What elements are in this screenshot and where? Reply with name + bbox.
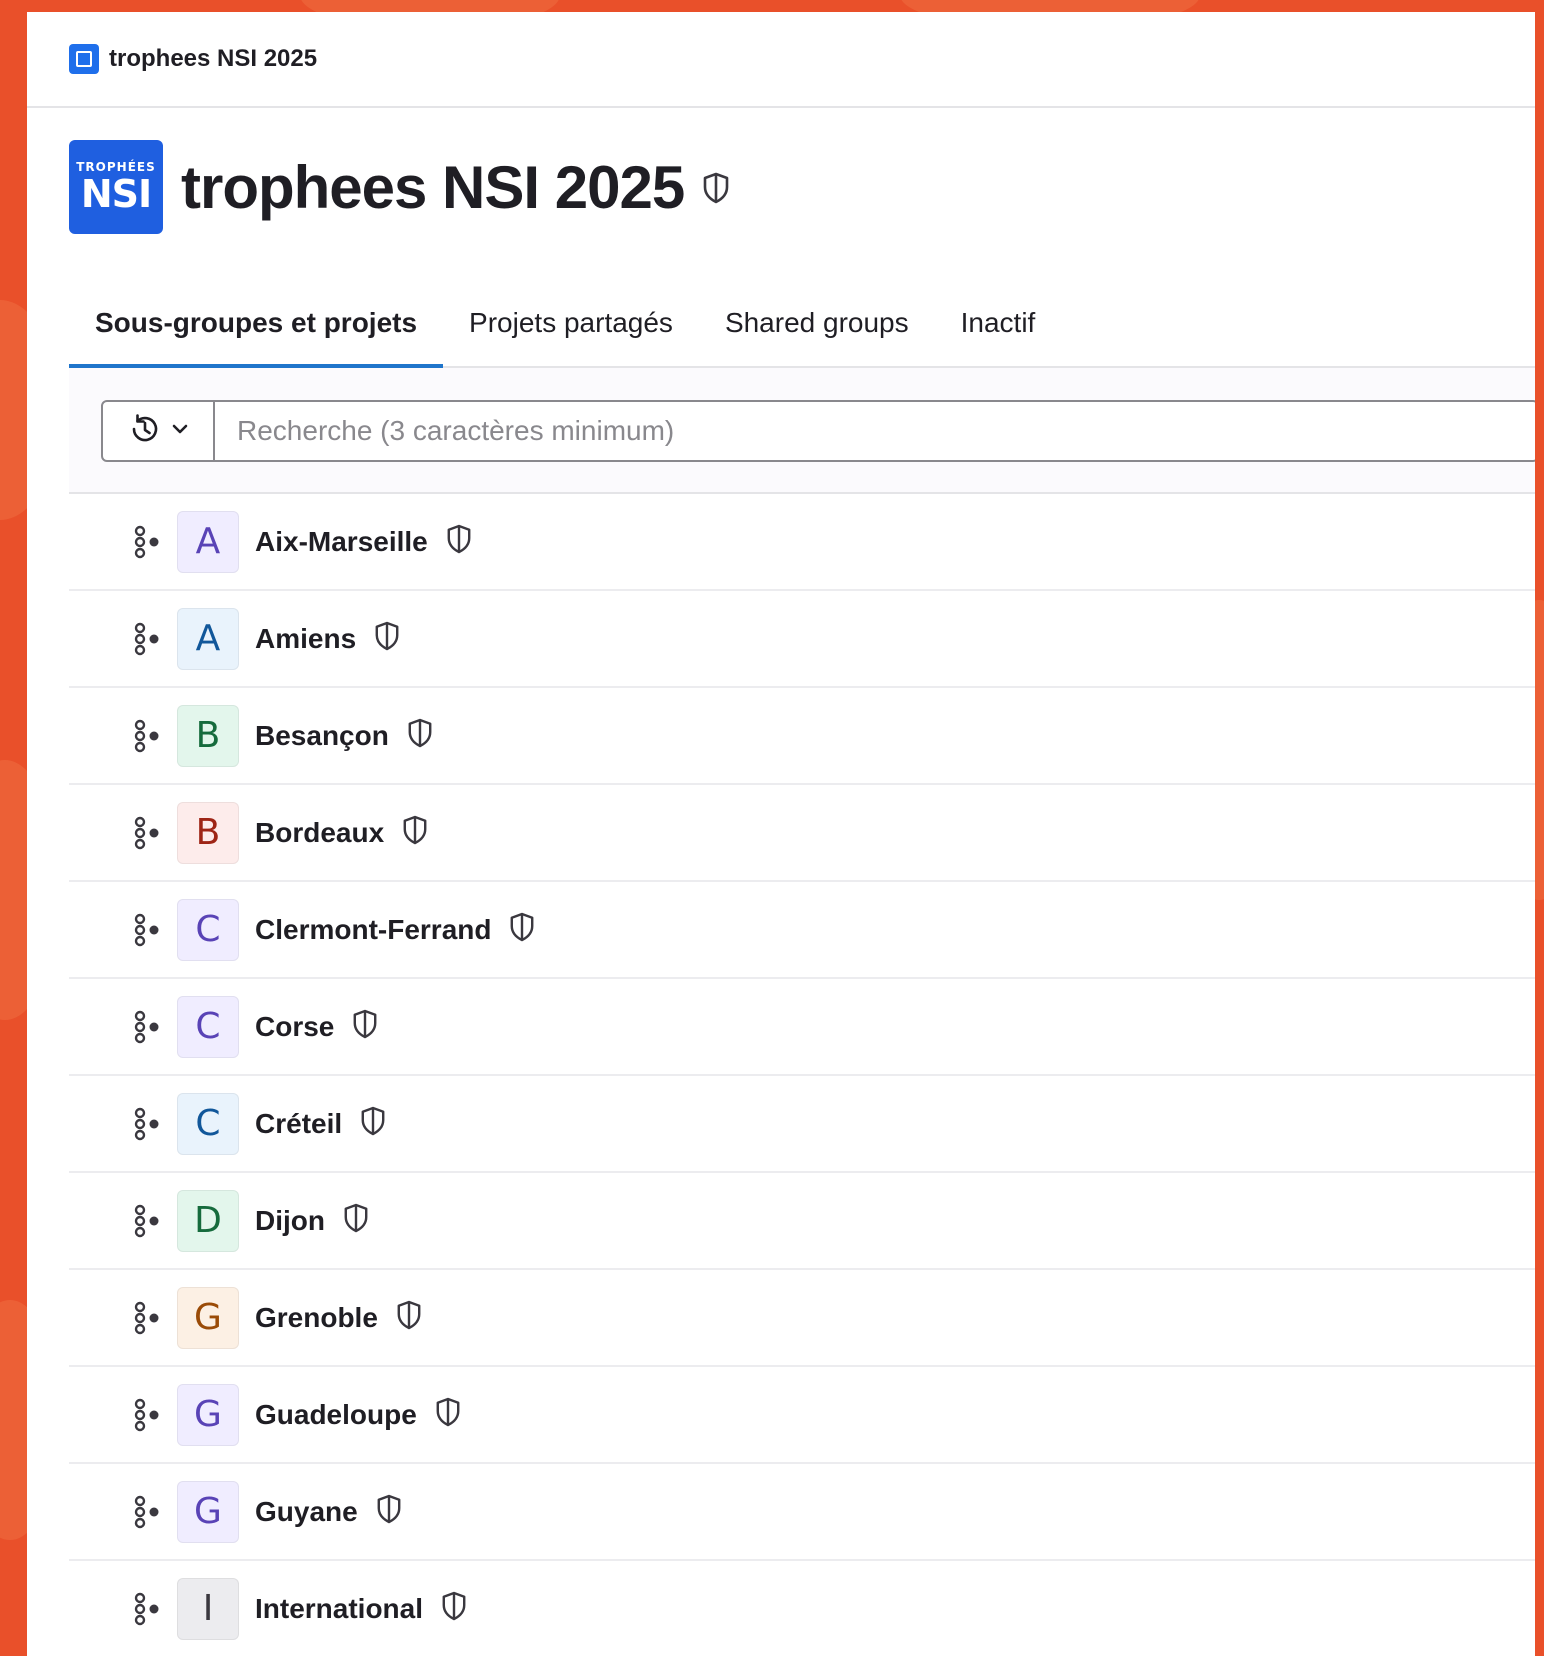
subgroup-icon [133, 1010, 161, 1044]
subgroup-icon [133, 1495, 161, 1529]
tab-bar: Sous-groupes et projets Projets partagés S… [69, 280, 1535, 368]
group-logo: TROPHÉES NSI [69, 140, 163, 234]
subgroup-list: A Aix-Marseille A Amiens B Besançon B Bordeaux C… [69, 494, 1535, 1656]
avatar[interactable]: G [177, 1480, 239, 1543]
tab-1[interactable]: Projets partagés [443, 280, 699, 366]
group-page-window: trophees NSI 2025 TROPHÉES NSI trophees … [27, 12, 1535, 1656]
group-name-link[interactable]: Amiens [255, 623, 356, 655]
avatar[interactable]: G [177, 1383, 239, 1446]
visibility-shield-icon[interactable] [360, 1106, 386, 1141]
group-name-link[interactable]: International [255, 1593, 423, 1625]
breadcrumb-group-link[interactable]: trophees NSI 2025 [109, 45, 317, 73]
group-name-link[interactable]: Grenoble [255, 1302, 378, 1334]
avatar[interactable]: C [177, 1092, 239, 1155]
subgroup-icon [133, 525, 161, 559]
subgroup-icon [133, 1592, 161, 1626]
list-item[interactable]: D Dijon [69, 1173, 1535, 1270]
list-item[interactable]: C Créteil [69, 1076, 1535, 1173]
avatar[interactable]: G [177, 1286, 239, 1349]
tab-0[interactable]: Sous-groupes et projets [69, 280, 444, 368]
visibility-shield-icon[interactable] [352, 1009, 378, 1044]
subgroup-icon [133, 1107, 161, 1141]
group-name-link[interactable]: Bordeaux [255, 817, 384, 849]
list-item[interactable]: B Bordeaux [69, 785, 1535, 882]
group-name-link[interactable]: Aix-Marseille [255, 526, 428, 558]
avatar[interactable]: D [177, 1189, 239, 1252]
visibility-shield-icon[interactable] [702, 172, 730, 209]
avatar[interactable]: A [177, 510, 239, 573]
list-item[interactable]: B Besançon [69, 688, 1535, 785]
visibility-shield-icon[interactable] [446, 524, 472, 559]
subgroup-icon [133, 816, 161, 850]
group-name-link[interactable]: Dijon [255, 1205, 325, 1237]
group-header: TROPHÉES NSI trophees NSI 2025 [69, 140, 730, 234]
subgroup-icon [133, 913, 161, 947]
search-input[interactable] [215, 402, 1535, 460]
filter-bar [69, 368, 1535, 494]
avatar[interactable]: I [177, 1577, 239, 1640]
visibility-shield-icon[interactable] [402, 815, 428, 850]
subgroup-icon [133, 1204, 161, 1238]
visibility-shield-icon[interactable] [343, 1203, 369, 1238]
list-item[interactable]: G Guadeloupe [69, 1367, 1535, 1464]
subgroup-icon [133, 622, 161, 656]
group-name-link[interactable]: Guadeloupe [255, 1399, 417, 1431]
visibility-shield-icon[interactable] [441, 1591, 467, 1626]
visibility-shield-icon[interactable] [374, 621, 400, 656]
avatar[interactable]: B [177, 704, 239, 767]
group-name-link[interactable]: Clermont-Ferrand [255, 914, 491, 946]
logo-line-2: NSI [80, 172, 152, 216]
top-bar: trophees NSI 2025 [27, 12, 1535, 108]
list-item[interactable]: C Corse [69, 979, 1535, 1076]
subgroup-icon [133, 1301, 161, 1335]
avatar[interactable]: A [177, 607, 239, 670]
avatar[interactable]: B [177, 801, 239, 864]
group-name-link[interactable]: Créteil [255, 1108, 342, 1140]
list-item[interactable]: C Clermont-Ferrand [69, 882, 1535, 979]
avatar[interactable]: C [177, 995, 239, 1058]
visibility-shield-icon[interactable] [396, 1300, 422, 1335]
page-title: trophees NSI 2025 [181, 153, 685, 221]
list-item[interactable]: A Amiens [69, 591, 1535, 688]
visibility-shield-icon[interactable] [435, 1397, 461, 1432]
subgroup-icon [133, 719, 161, 753]
visibility-shield-icon[interactable] [376, 1494, 402, 1529]
visibility-shield-icon[interactable] [509, 912, 535, 947]
avatar[interactable]: C [177, 898, 239, 961]
search-history-button[interactable] [103, 402, 215, 460]
list-item[interactable]: I International [69, 1561, 1535, 1656]
group-name-link[interactable]: Besançon [255, 720, 389, 752]
subgroup-icon [133, 1398, 161, 1432]
list-item[interactable]: G Grenoble [69, 1270, 1535, 1367]
search-box [101, 400, 1535, 462]
visibility-shield-icon[interactable] [407, 718, 433, 753]
group-avatar-small[interactable] [69, 44, 99, 74]
group-name-link[interactable]: Corse [255, 1011, 334, 1043]
tab-2[interactable]: Shared groups [699, 280, 935, 366]
list-item[interactable]: G Guyane [69, 1464, 1535, 1561]
list-item[interactable]: A Aix-Marseille [69, 494, 1535, 591]
group-name-link[interactable]: Guyane [255, 1496, 358, 1528]
tab-3[interactable]: Inactif [935, 280, 1062, 366]
history-icon [128, 412, 162, 451]
chevron-down-icon [172, 422, 188, 440]
